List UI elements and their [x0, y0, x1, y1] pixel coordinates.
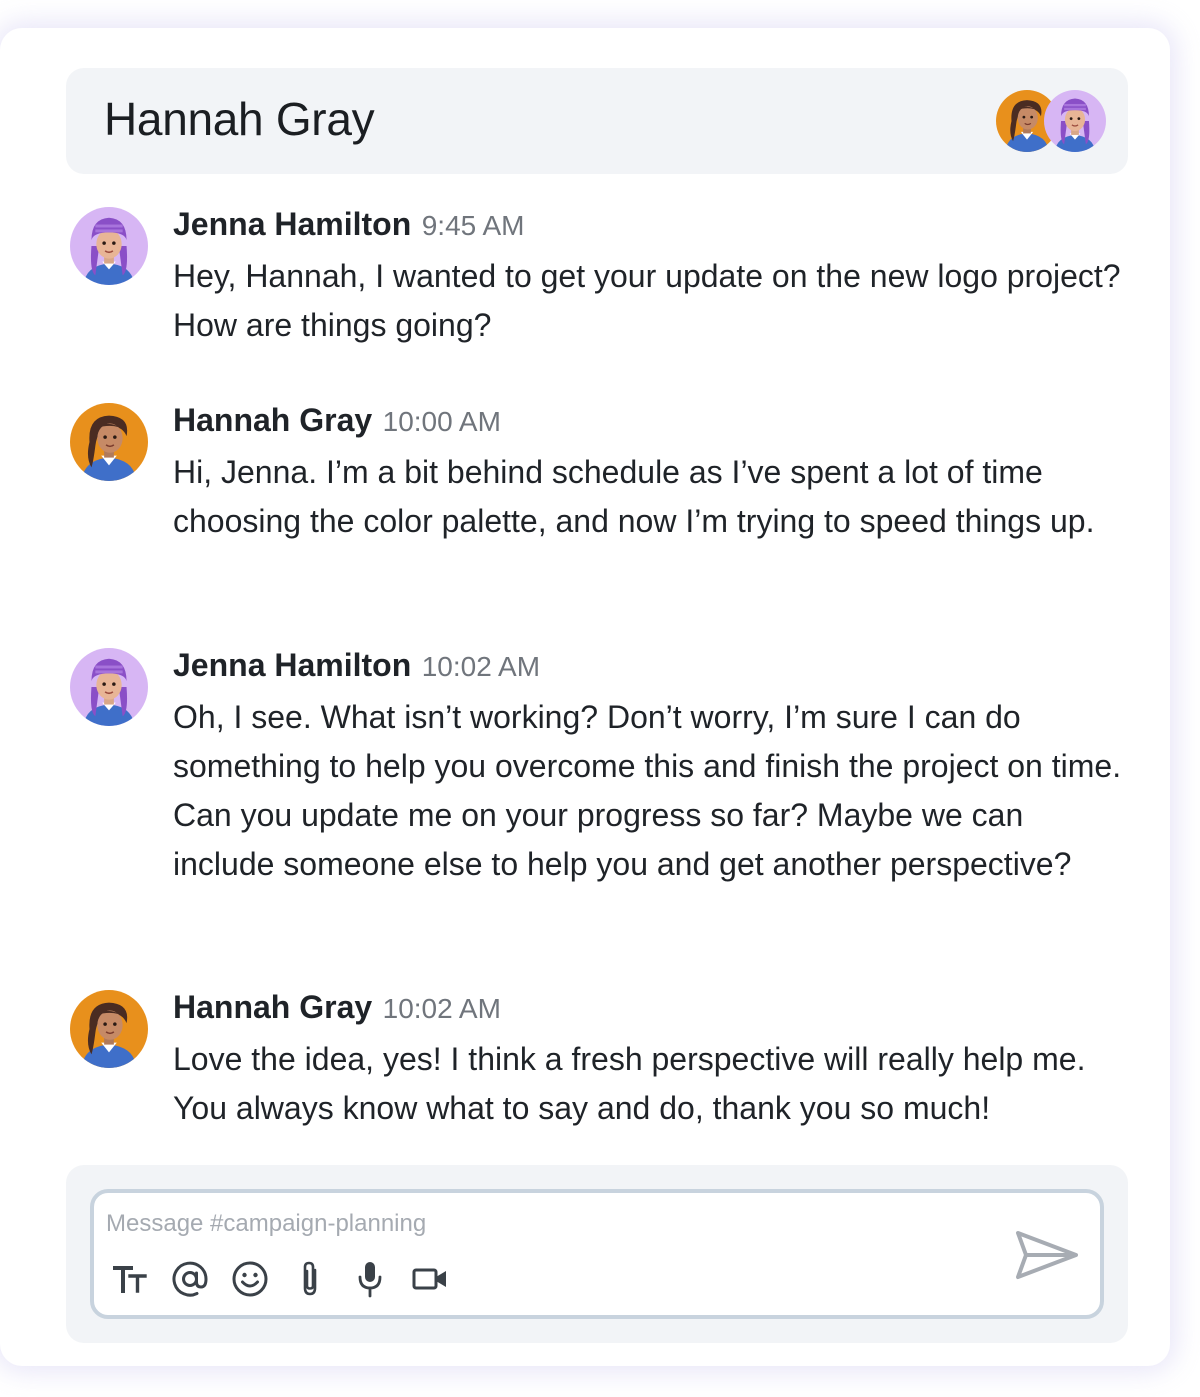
message-body: Hannah Gray 10:02 AM Love the idea, yes!… [173, 987, 1123, 1133]
message-body: Jenna Hamilton 9:45 AM Hey, Hannah, I wa… [173, 204, 1123, 350]
composer-area [66, 1165, 1128, 1343]
message-time: 9:45 AM [421, 210, 525, 241]
conversation-title: Hannah Gray [104, 93, 375, 145]
participant-avatars[interactable] [996, 90, 1106, 152]
message-text: Love the idea, yes! I think a fresh pers… [173, 1041, 1086, 1126]
video-icon[interactable] [410, 1259, 450, 1299]
message-author[interactable]: Hannah Gray [173, 402, 372, 438]
message-time: 10:00 AM [382, 406, 501, 437]
attachment-icon[interactable] [290, 1259, 330, 1299]
message-composer[interactable] [90, 1189, 1104, 1319]
message-input[interactable] [106, 1207, 996, 1241]
send-icon[interactable] [1014, 1227, 1080, 1283]
message-body: Hannah Gray 10:00 AM Hi, Jenna. I’m a bi… [173, 400, 1123, 546]
chat-window: Hannah Gray Jenna Hamilton 9:45 AM Hey, … [0, 28, 1170, 1366]
message-body: Jenna Hamilton 10:02 AM Oh, I see. What … [173, 645, 1123, 889]
message-meta: Jenna Hamilton 9:45 AM [173, 204, 1123, 244]
message-author[interactable]: Hannah Gray [173, 989, 372, 1025]
emoji-icon[interactable] [230, 1259, 270, 1299]
avatar[interactable] [70, 648, 148, 726]
avatar-jenna-hamilton[interactable] [1044, 90, 1106, 152]
message-meta: Hannah Gray 10:00 AM [173, 400, 1123, 440]
message-meta: Hannah Gray 10:02 AM [173, 987, 1123, 1027]
microphone-icon[interactable] [350, 1259, 390, 1299]
message-time: 10:02 AM [382, 993, 501, 1024]
message-author[interactable]: Jenna Hamilton [173, 647, 411, 683]
conversation-header: Hannah Gray [66, 68, 1128, 174]
message-text: Oh, I see. What isn’t working? Don’t wor… [173, 699, 1122, 882]
message-author[interactable]: Jenna Hamilton [173, 206, 411, 242]
message-meta: Jenna Hamilton 10:02 AM [173, 645, 1123, 685]
message-time: 10:02 AM [421, 651, 541, 682]
text-format-icon[interactable] [110, 1259, 150, 1299]
avatar[interactable] [70, 990, 148, 1068]
message-text: Hi, Jenna. I’m a bit behind schedule as … [173, 454, 1095, 539]
mention-icon[interactable] [170, 1259, 210, 1299]
avatar[interactable] [70, 403, 148, 481]
message-text: Hey, Hannah, I wanted to get your update… [173, 258, 1121, 343]
avatar[interactable] [70, 207, 148, 285]
